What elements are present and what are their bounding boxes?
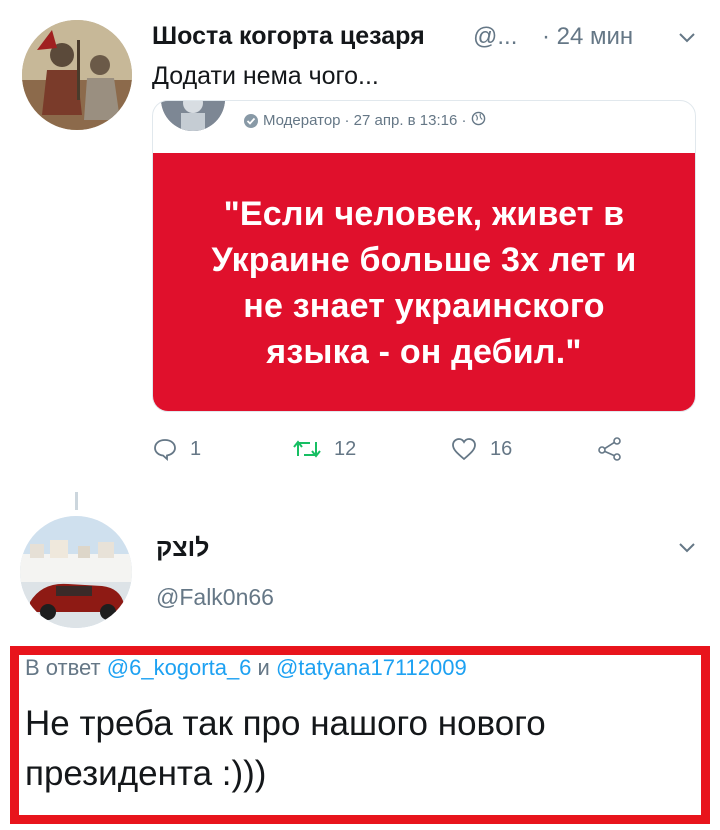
tweet-text: Не треба так про нашого нового президент… <box>25 704 546 793</box>
like-button[interactable]: 16 <box>450 436 512 462</box>
avatar[interactable] <box>22 20 132 130</box>
tweet-text: Додати нема чого... <box>152 62 379 90</box>
like-count: 16 <box>490 437 513 460</box>
chevron-down-icon[interactable] <box>674 24 700 50</box>
author-name[interactable]: Шоста когорта цезаря <box>152 22 425 51</box>
quoted-tweet[interactable]: Модератор · 27 апр. в 13:16 · "Если чело… <box>152 100 696 412</box>
verified-badge-icon <box>243 113 259 129</box>
reply-button[interactable]: 1 <box>152 436 201 462</box>
reply-conjunction: и <box>257 655 270 680</box>
share-icon <box>596 436 624 462</box>
quoted-author[interactable]: Модератор <box>263 112 341 129</box>
tweet[interactable]: Шоста когорта цезаря @... · 24 мин Додат… <box>0 0 720 490</box>
tweet-actions: 1 12 16 <box>152 436 672 476</box>
retweet-count: 12 <box>334 437 357 460</box>
mention-link[interactable]: @6_kogorta_6 <box>107 655 252 680</box>
share-button[interactable] <box>596 436 624 462</box>
reply-icon <box>152 436 178 462</box>
quoted-timestamp: · 27 апр. в 13:16 · <box>344 112 467 129</box>
highlighted-reply: В ответ @6_kogorta_6 и @tatyana17112009 … <box>10 646 710 824</box>
like-icon <box>450 436 478 462</box>
reply-prefix: В ответ <box>25 655 101 680</box>
globe-icon <box>471 111 486 130</box>
reply-context: В ответ @6_kogorta_6 и @tatyana17112009 <box>25 657 467 679</box>
author-handle[interactable]: @Falk0n66 <box>156 584 274 611</box>
quoted-card-text: "Если человек, живет в Украине больше 3х… <box>211 195 637 371</box>
tweet-time[interactable]: · 24 мин <box>542 23 633 51</box>
quoted-tweet-header: Модератор · 27 апр. в 13:16 · <box>153 101 695 153</box>
quoted-avatar[interactable] <box>161 101 225 131</box>
retweet-icon <box>292 436 322 462</box>
author-handle[interactable]: @... <box>473 23 517 51</box>
thread-connector <box>75 492 78 510</box>
mention-link[interactable]: @tatyana17112009 <box>276 655 467 680</box>
avatar-image <box>22 20 132 130</box>
avatar[interactable] <box>20 516 132 628</box>
author-name[interactable]: לוצק <box>156 534 209 563</box>
avatar-image <box>20 516 132 628</box>
reply-count: 1 <box>190 437 202 460</box>
quoted-image-card[interactable]: "Если человек, живет в Украине больше 3х… <box>153 153 695 411</box>
retweet-button[interactable]: 12 <box>292 436 356 462</box>
chevron-down-icon[interactable] <box>674 534 700 560</box>
